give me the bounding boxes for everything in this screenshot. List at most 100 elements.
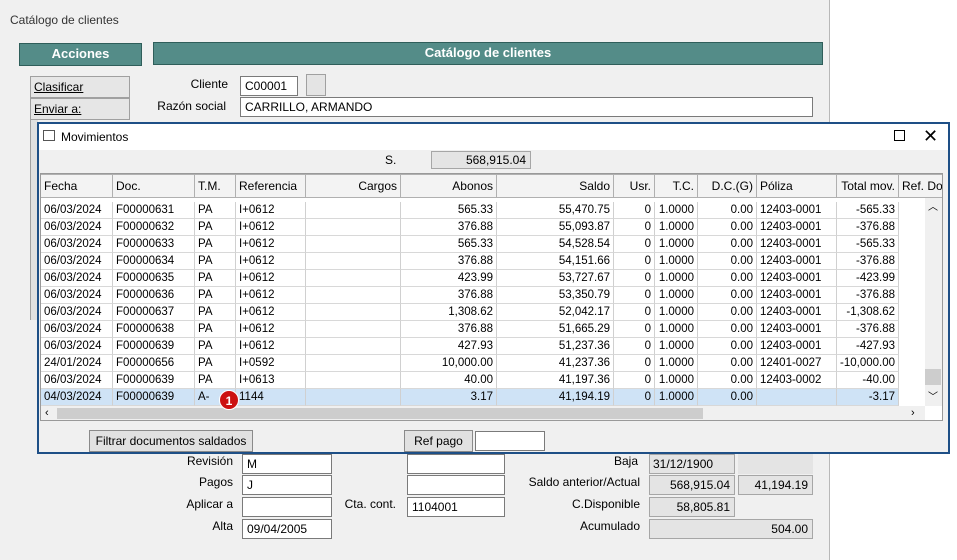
column-header-poliza[interactable]: Póliza	[757, 174, 837, 198]
scroll-down-icon[interactable]: ﹀	[928, 388, 938, 403]
table-row[interactable]: 06/03/2024 F00000631 PA I+0612 565.33 55,470.…	[41, 202, 925, 219]
vertical-scrollbar[interactable]: ︿ ﹀	[925, 198, 942, 406]
cell-doc: F00000639	[113, 338, 195, 355]
cell-cargos	[306, 219, 401, 236]
cliente-input[interactable]: C00001	[240, 76, 298, 96]
cell-referencia: I+0612	[236, 321, 306, 338]
cell-total-mov: -3.17	[837, 389, 899, 406]
blank-field-1[interactable]	[407, 454, 505, 474]
cell-usr: 0	[614, 338, 655, 355]
scroll-up-icon[interactable]: ︿	[928, 198, 938, 213]
cell-saldo: 52,042.17	[497, 304, 614, 321]
close-icon[interactable]: ✕	[923, 125, 938, 147]
maximize-icon[interactable]	[894, 130, 905, 141]
filter-settled-button[interactable]: Filtrar documentos saldados	[89, 430, 253, 452]
cell-fecha: 06/03/2024	[41, 338, 113, 355]
cell-tm: PA	[195, 236, 236, 253]
window-title: Catálogo de clientes	[10, 13, 119, 27]
horizontal-scroll-thumb[interactable]	[57, 408, 703, 419]
cell-poliza: 12403-0001	[757, 338, 837, 355]
table-row[interactable]: 06/03/2024 F00000633 PA I+0612 565.33 54,528.…	[41, 236, 925, 253]
baja-extra	[738, 454, 813, 474]
vertical-scroll-thumb[interactable]	[925, 369, 941, 385]
cell-usr: 0	[614, 270, 655, 287]
menu-item-enviar[interactable]: Enviar a:	[30, 98, 130, 120]
table-row[interactable]: 06/03/2024 F00000637 PA I+0612 1,308.62 52,04…	[41, 304, 925, 321]
table-row[interactable]: 06/03/2024 F00000638 PA I+0612 376.88 51,665.…	[41, 321, 925, 338]
cell-tc: 1.0000	[655, 389, 698, 406]
pagos-input[interactable]: J	[242, 475, 332, 495]
column-header-doc[interactable]: Doc.	[113, 174, 195, 198]
ref-pago-button[interactable]: Ref pago	[404, 430, 473, 452]
cell-referencia: I+0612	[236, 219, 306, 236]
aplicar-label: Aplicar a	[186, 497, 233, 511]
column-header-referencia[interactable]: Referencia	[236, 174, 306, 198]
column-header-total-mov[interactable]: Total mov.	[837, 174, 899, 198]
cell-tm: PA	[195, 253, 236, 270]
column-header-usr[interactable]: Usr.	[614, 174, 655, 198]
cell-abonos: 427.93	[401, 338, 497, 355]
menu-item-clasificar[interactable]: Clasificar	[30, 76, 130, 98]
column-header-tc[interactable]: T.C.	[655, 174, 698, 198]
cell-poliza: 12401-0027	[757, 355, 837, 372]
alta-input[interactable]: 09/04/2005	[242, 519, 332, 539]
column-header-tm[interactable]: T.M.	[195, 174, 236, 198]
cell-doc: F00000639	[113, 389, 195, 406]
cell-doc: F00000639	[113, 372, 195, 389]
column-header-abonos[interactable]: Abonos	[401, 174, 497, 198]
cliente-label: Cliente	[190, 77, 228, 91]
cell-tc: 1.0000	[655, 287, 698, 304]
column-header-ref-doc[interactable]: Ref. Do	[899, 174, 942, 198]
table-row-selected[interactable]: 04/03/2024 F00000639 A- 1144 3.17 41,194.19 0 1…	[41, 389, 925, 406]
table-row[interactable]: 06/03/2024 F00000639 PA I+0613 40.00 41,197.3…	[41, 372, 925, 389]
actions-header: Acciones	[19, 43, 142, 66]
annotation-badge: 1	[219, 390, 239, 410]
s-label: S.	[385, 153, 397, 167]
cell-tm: PA	[195, 355, 236, 372]
razon-social-input[interactable]: CARRILLO, ARMANDO	[240, 97, 813, 117]
cell-abonos: 1,308.62	[401, 304, 497, 321]
table-row[interactable]: 06/03/2024 F00000634 PA I+0612 376.88 54,151.…	[41, 253, 925, 270]
table-row[interactable]: 06/03/2024 F00000632 PA I+0612 376.88 55,093.…	[41, 219, 925, 236]
column-header-fecha[interactable]: Fecha	[41, 174, 113, 198]
table-row[interactable]: 06/03/2024 F00000636 PA I+0612 376.88 53,350.…	[41, 287, 925, 304]
saldo-actual-value: 41,194.19	[738, 475, 813, 495]
horizontal-scrollbar[interactable]: ‹ ›	[41, 406, 925, 420]
table-row[interactable]: 06/03/2024 F00000639 PA I+0612 427.93 51,237.…	[41, 338, 925, 355]
table-row[interactable]: 06/03/2024 F00000635 PA I+0612 423.99 53,727.…	[41, 270, 925, 287]
cell-dc: 0.00	[698, 287, 757, 304]
cell-tm: PA	[195, 321, 236, 338]
cell-abonos: 3.17	[401, 389, 497, 406]
scroll-right-icon[interactable]: ›	[911, 406, 915, 420]
disponible-value: 58,805.81	[649, 497, 735, 517]
cell-total-mov: -376.88	[837, 253, 899, 270]
column-header-dc[interactable]: D.C.(G)	[698, 174, 757, 198]
cliente-lookup-button[interactable]	[306, 74, 326, 96]
cta-cont-input[interactable]: 1104001	[407, 497, 505, 517]
cell-saldo: 54,151.66	[497, 253, 614, 270]
scroll-left-icon[interactable]: ‹	[45, 406, 49, 420]
cell-tm: PA	[195, 304, 236, 321]
aplicar-input[interactable]	[242, 497, 332, 517]
cell-poliza: 12403-0001	[757, 253, 837, 270]
cell-poliza: 12403-0001	[757, 202, 837, 219]
cell-dc: 0.00	[698, 236, 757, 253]
column-header-cargos[interactable]: Cargos	[306, 174, 401, 198]
cell-dc: 0.00	[698, 355, 757, 372]
cell-usr: 0	[614, 321, 655, 338]
cell-tc: 1.0000	[655, 202, 698, 219]
blank-field-2[interactable]	[407, 475, 505, 495]
column-header-saldo[interactable]: Saldo	[497, 174, 614, 198]
disponible-label: C.Disponible	[571, 497, 640, 511]
cell-doc: F00000637	[113, 304, 195, 321]
baja-value: 31/12/1900	[649, 454, 735, 474]
cell-tc: 1.0000	[655, 304, 698, 321]
revision-input[interactable]: M	[242, 454, 332, 474]
cell-usr: 0	[614, 202, 655, 219]
saldo-label: Saldo anterior/Actual	[528, 475, 640, 489]
cell-doc: F00000636	[113, 287, 195, 304]
table-row[interactable]: 24/01/2024 F00000656 PA I+0592 10,000.00 41,2…	[41, 355, 925, 372]
ref-pago-input[interactable]	[475, 431, 545, 451]
cell-cargos	[306, 253, 401, 270]
alta-label: Alta	[212, 519, 233, 533]
